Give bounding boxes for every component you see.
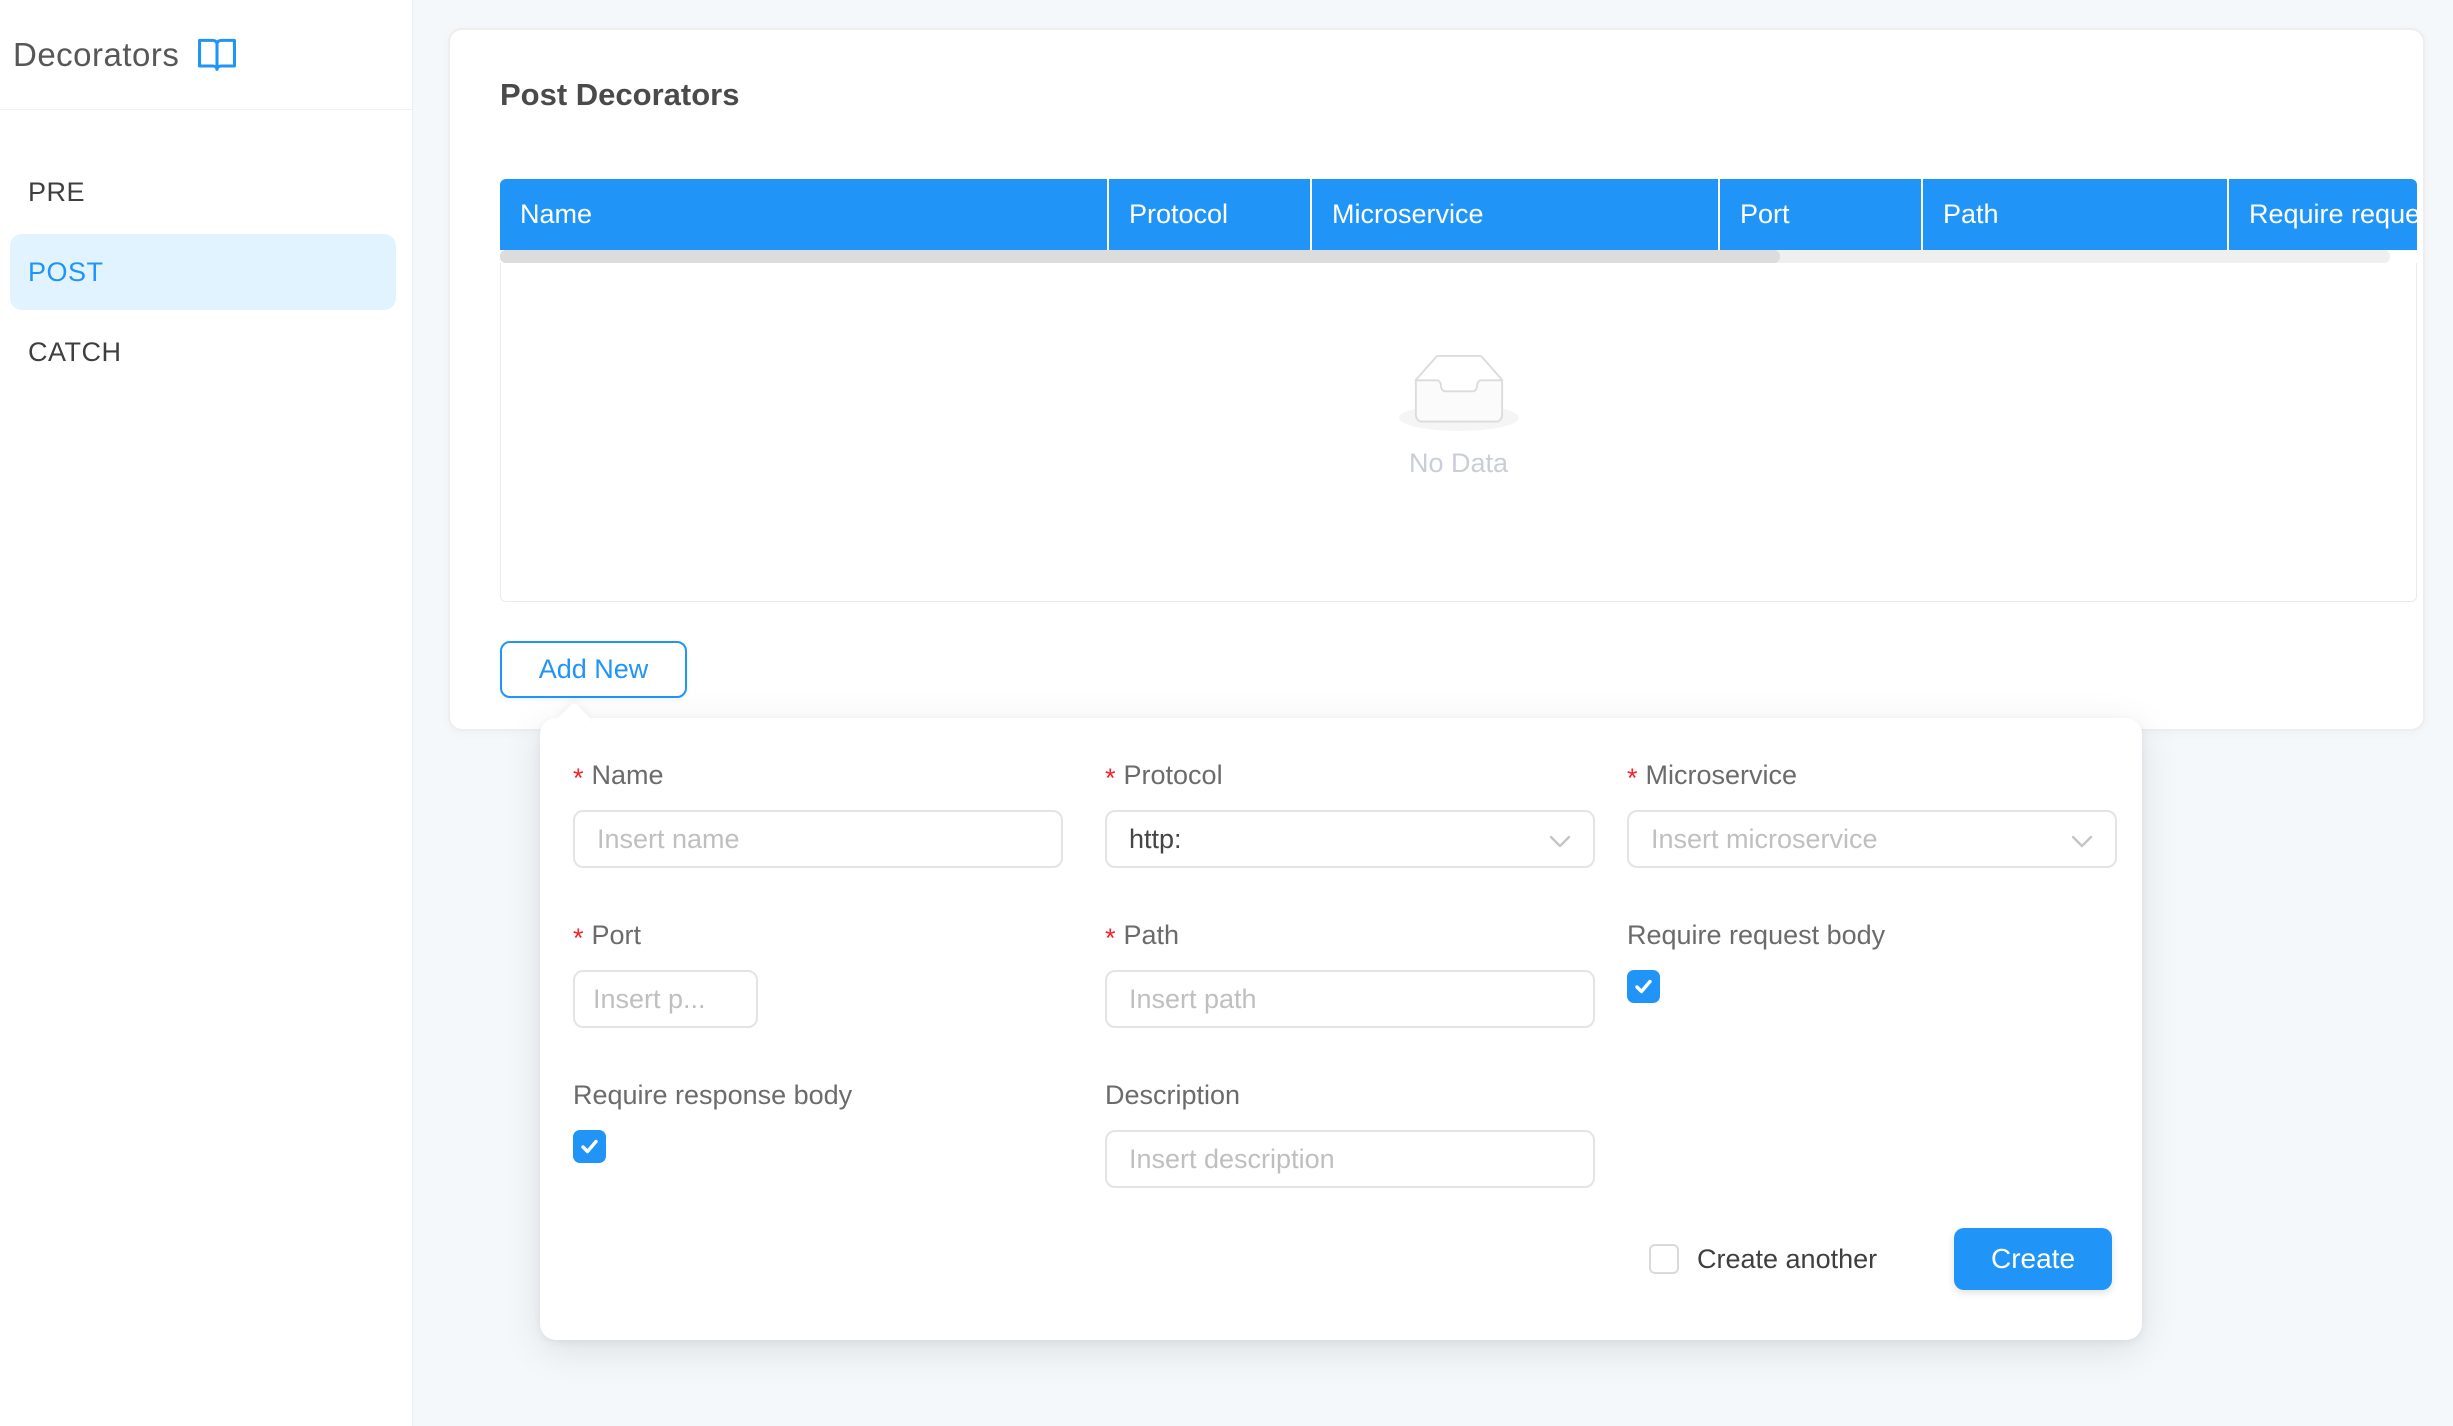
required-asterisk: * (1105, 925, 1116, 952)
create-another-label: Create another (1697, 1244, 1877, 1275)
page-title: Decorators (13, 36, 179, 74)
empty-state: No Data (1399, 354, 1519, 479)
microservice-field-group: * Microservice Insert microservice (1627, 758, 2117, 868)
popover-footer: Create another Create (1627, 1228, 2112, 1290)
required-asterisk: * (1627, 765, 1638, 792)
protocol-field-group: * Protocol http: (1105, 758, 1595, 868)
required-asterisk: * (1105, 765, 1116, 792)
column-header-require-request-body: Require request body (2229, 179, 2417, 250)
column-header-name: Name (500, 179, 1109, 250)
column-header-protocol: Protocol (1109, 179, 1312, 250)
protocol-label: * Protocol (1105, 758, 1595, 792)
require-response-body-checkbox[interactable] (573, 1130, 606, 1163)
description-input[interactable] (1105, 1130, 1595, 1188)
horizontal-scrollbar-thumb[interactable] (500, 250, 1780, 263)
table-body: No Data (500, 263, 2417, 602)
path-label: * Path (1105, 918, 1595, 952)
sidebar: Decorators PRE POST CATCH (0, 0, 413, 1426)
inbox-icon (1399, 418, 1519, 435)
column-header-port: Port (1720, 179, 1923, 250)
chevron-down-icon (2071, 824, 2093, 855)
add-new-button[interactable]: Add New (500, 641, 687, 698)
sidebar-nav: PRE POST CATCH (0, 110, 412, 390)
name-input[interactable] (573, 810, 1063, 868)
sidebar-header: Decorators (0, 0, 412, 110)
create-decorator-popover: * Name * Protocol http: * Microservice (540, 718, 2142, 1340)
required-asterisk: * (573, 925, 584, 952)
create-another-checkbox[interactable] (1649, 1244, 1679, 1274)
protocol-select[interactable]: http: (1105, 810, 1595, 868)
sidebar-item-pre[interactable]: PRE (10, 154, 396, 230)
app: Decorators PRE POST CATCH Post Decorator… (0, 0, 2453, 1426)
port-field-group: * Port (573, 918, 758, 1028)
create-button[interactable]: Create (1954, 1228, 2112, 1290)
require-request-body-label: Require request body (1627, 918, 1885, 952)
require-response-body-label: Require response body (573, 1078, 852, 1112)
sidebar-item-post[interactable]: POST (10, 234, 396, 310)
book-icon[interactable] (197, 36, 237, 77)
chevron-down-icon (1549, 824, 1571, 855)
path-input[interactable] (1105, 970, 1595, 1028)
require-response-body-field-group: Require response body (573, 1078, 852, 1163)
table-header-row: Name Protocol Microservice Port Path Req… (500, 179, 2417, 250)
description-field-group: Description (1105, 1078, 1595, 1188)
require-request-body-field-group: Require request body (1627, 918, 1885, 1003)
column-header-microservice: Microservice (1312, 179, 1720, 250)
microservice-label: * Microservice (1627, 758, 2117, 792)
port-label: * Port (573, 918, 758, 952)
post-decorators-card: Post Decorators Name Protocol Microservi… (448, 28, 2425, 731)
card-title: Post Decorators (500, 77, 739, 113)
name-field-group: * Name (573, 758, 1063, 868)
port-input[interactable] (573, 970, 758, 1028)
microservice-select[interactable]: Insert microservice (1627, 810, 2117, 868)
column-header-path: Path (1923, 179, 2229, 250)
require-request-body-checkbox[interactable] (1627, 970, 1660, 1003)
description-label: Description (1105, 1078, 1595, 1112)
name-label: * Name (573, 758, 1063, 792)
path-field-group: * Path (1105, 918, 1595, 1028)
create-another: Create another (1627, 1244, 1877, 1275)
empty-text: No Data (1399, 448, 1519, 479)
horizontal-scrollbar[interactable] (500, 250, 2390, 263)
required-asterisk: * (573, 765, 584, 792)
sidebar-item-catch[interactable]: CATCH (10, 314, 396, 390)
decorators-table: Name Protocol Microservice Port Path Req… (500, 179, 2417, 602)
